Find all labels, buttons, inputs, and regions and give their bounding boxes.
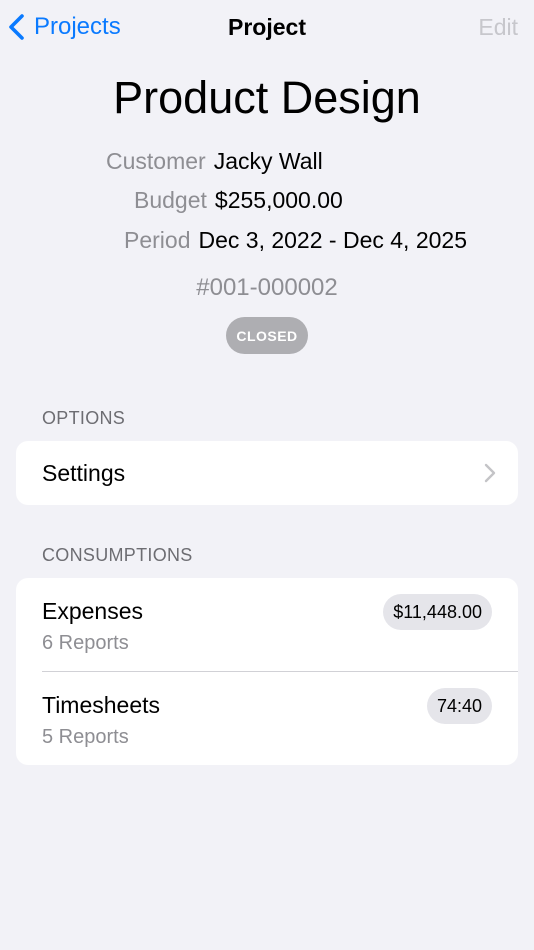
project-number: #001-000002	[196, 274, 338, 301]
expenses-value-badge: $11,448.00	[383, 594, 492, 630]
budget-label: Budget	[134, 187, 207, 213]
consumptions-section-header: CONSUMPTIONS	[42, 545, 193, 565]
expenses-subtitle: 6 Reports	[42, 632, 129, 654]
expenses-title: Expenses	[42, 598, 144, 624]
timesheets-title: Timesheets	[42, 692, 161, 718]
timesheets-row[interactable]: Timesheets 5 Reports 74:40	[16, 672, 518, 765]
settings-label: Settings	[42, 459, 126, 486]
timesheets-value-badge: 74:40	[426, 688, 492, 724]
customer-value: Jacky Wall	[213, 148, 323, 174]
navigation-bar: Projects Project Edit	[0, 0, 534, 56]
nav-title: Project	[228, 14, 306, 40]
period-row: Period Dec 3, 2022 - Dec 4, 2025	[124, 227, 467, 254]
consumptions-card: Expenses 6 Reports $11,448.00 Timesheets…	[16, 578, 518, 765]
budget-value: $255,000.00	[214, 187, 343, 213]
timesheets-subtitle: 5 Reports	[42, 726, 129, 748]
expenses-row[interactable]: Expenses 6 Reports $11,448.00	[16, 578, 518, 671]
project-title: Product Design	[113, 72, 421, 123]
status-badge: CLOSED	[226, 317, 308, 354]
customer-row: Customer Jacky Wall	[106, 148, 323, 175]
period-label: Period	[124, 227, 191, 253]
period-value: Dec 3, 2022 - Dec 4, 2025	[198, 227, 467, 253]
budget-row: Budget $255,000.00	[134, 187, 343, 214]
settings-row[interactable]: Settings	[16, 441, 518, 505]
options-section-header: OPTIONS	[42, 408, 126, 428]
customer-label: Customer	[106, 148, 206, 174]
edit-button[interactable]: Edit	[478, 14, 518, 41]
chevron-right-icon	[484, 463, 496, 483]
options-card: Settings	[16, 441, 518, 505]
